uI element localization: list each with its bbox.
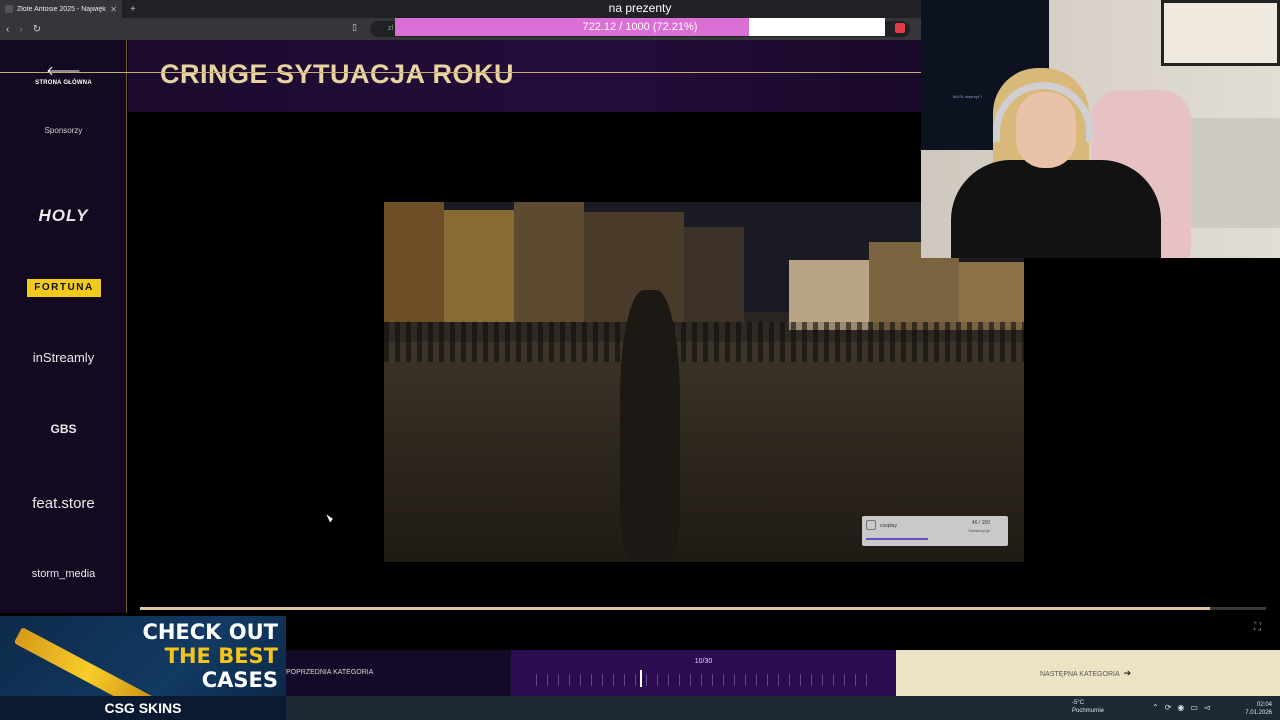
playback-progress[interactable] — [140, 607, 1266, 610]
goal-progress-bar: 722.12 / 1000 (72.21%) — [395, 18, 885, 36]
page-title: CRINGE SYTUACJA ROKU — [160, 59, 515, 89]
fullscreen-icon[interactable]: ⛶ — [1254, 622, 1261, 633]
extension-icon[interactable] — [895, 23, 905, 33]
arrow-left-icon: 🡐 — [46, 63, 81, 78]
sponsor-gbs-logo[interactable]: GBS — [0, 422, 127, 436]
arrow-right-icon: ➔ — [1123, 668, 1132, 678]
category-ticks — [536, 674, 871, 686]
clock-date: 7.01.2026 — [1245, 710, 1272, 716]
cosplay-icon — [866, 520, 876, 530]
video-building — [684, 227, 744, 322]
prev-category-label: POPRZEDNIA KATEGORIA — [286, 669, 374, 676]
webcam-feed: MUSL stéyrsyt ? — [921, 0, 1280, 258]
new-tab-icon[interactable]: + — [130, 4, 136, 15]
home-button-label: STRONA GŁÓWNA — [35, 80, 92, 86]
browser-tab[interactable]: Złote Antosie 2025 - Najwięk ✕ — [0, 0, 122, 18]
volume-icon[interactable]: ◅ — [1204, 703, 1216, 712]
cosplay-widget-name: cosplay — [880, 523, 897, 529]
screen: Złote Antosie 2025 - Najwięk ✕ + ‹ › ↻ ▯… — [0, 0, 1280, 720]
ad-line-2: THE BEST — [164, 644, 278, 668]
address-text: zl — [388, 25, 394, 32]
cosplay-widget: cosplay 46 / 150 Subskrypcje — [862, 516, 1008, 546]
next-category-button[interactable]: NASTĘPNA KATEGORIA ➔ — [896, 650, 1280, 696]
ad-banner[interactable]: CHECK OUT THE BEST CASES CSG SKINS — [0, 616, 286, 720]
back-nav-icon[interactable]: ‹ — [6, 24, 9, 35]
video-building — [444, 210, 514, 322]
sponsor-fortuna-logo[interactable]: FORTUNA — [27, 279, 101, 297]
video-person — [620, 290, 680, 560]
cosplay-widget-sub: Subskrypcje — [968, 528, 990, 533]
ad-line-1: CHECK OUT — [142, 620, 278, 644]
cam-person-body — [951, 160, 1161, 258]
weather-desc: Pochmurnie — [1072, 708, 1105, 714]
network-icon[interactable]: ▭ — [1190, 703, 1204, 712]
cam-monitor-text: MUSL stéyrsyt ? — [953, 94, 983, 99]
video-crowd — [384, 322, 1024, 362]
favicon-icon — [5, 5, 13, 13]
mic-icon[interactable]: ◉ — [1177, 703, 1190, 712]
cosplay-widget-bar — [866, 538, 928, 540]
sponsor-stormmedia-logo[interactable]: storm_media — [0, 568, 127, 580]
sponsors-heading: Sponsorzy — [44, 126, 83, 135]
chevron-up-icon[interactable]: ⌃ — [1152, 703, 1165, 712]
sync-icon[interactable]: ⟳ — [1165, 703, 1178, 712]
cosplay-widget-count: 46 / 150 — [971, 520, 990, 526]
prev-category-button[interactable]: POPRZEDNIA KATEGORIA — [286, 650, 511, 696]
header-divider — [0, 72, 921, 73]
video-building — [959, 262, 1024, 330]
category-progress: 10/30 — [511, 650, 896, 696]
home-button[interactable]: 🡐 STRONA GŁÓWNA — [0, 63, 127, 87]
cam-picture-frame — [1161, 0, 1280, 66]
clock[interactable]: 02:04 7.01.2026 — [1245, 701, 1272, 717]
sponsor-instreamly-logo[interactable]: inStreamly — [0, 350, 127, 365]
tab-title: Złote Antosie 2025 - Najwięk — [17, 5, 106, 13]
weather-widget[interactable]: -5°C Pochmurnie — [1072, 699, 1104, 715]
video-building — [384, 202, 444, 322]
category-counter: 10/30 — [694, 658, 713, 665]
video-building — [514, 202, 584, 322]
goal-progress-text: 722.12 / 1000 (72.21%) — [582, 21, 698, 33]
next-category-label: NASTĘPNA KATEGORIA — [1040, 671, 1120, 678]
ad-line-3: CASES — [201, 668, 278, 692]
close-tab-icon[interactable]: ✕ — [110, 5, 117, 14]
playback-progress-fill — [140, 607, 1210, 610]
category-current-tick — [640, 670, 642, 687]
sponsor-holy-logo[interactable]: HOLY — [0, 206, 127, 226]
video-building — [789, 260, 869, 330]
goal-title: na prezenty — [608, 1, 672, 15]
sponsor-featstore-logo[interactable]: feat.store — [0, 495, 127, 512]
ad-brand: CSG SKINS — [0, 696, 286, 720]
bookmark-icon[interactable]: ▯ — [352, 22, 357, 33]
taskbar: -5°C Pochmurnie ⌃⟳◉▭◅ 02:04 7.01.2026 — [286, 696, 1280, 720]
sidebar: 🡐 STRONA GŁÓWNA Sponsorzy HOLY FORTUNA i… — [0, 40, 127, 613]
weather-temp: -5°C — [1072, 700, 1085, 706]
forward-nav-icon[interactable]: › — [19, 24, 22, 35]
clock-time: 02:04 — [1256, 702, 1272, 708]
reload-icon[interactable]: ↻ — [33, 24, 41, 35]
system-tray[interactable]: ⌃⟳◉▭◅ — [1152, 703, 1216, 712]
